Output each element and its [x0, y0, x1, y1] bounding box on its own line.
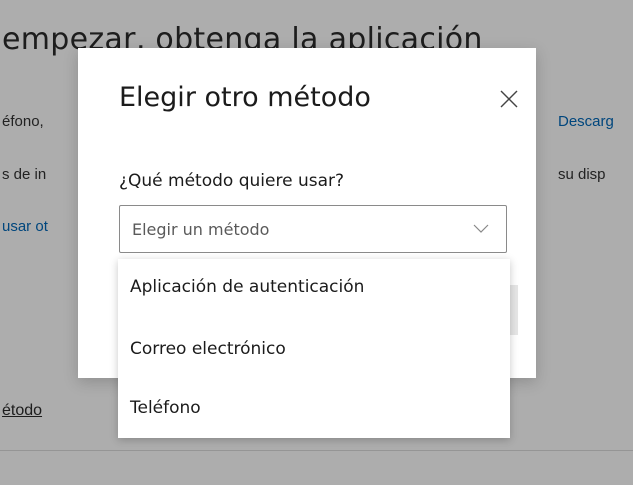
option-phone[interactable]: Teléfono: [118, 380, 510, 438]
option-authenticator-app[interactable]: Aplicación de autenticación: [118, 259, 510, 317]
method-select-value: Elegir un método: [132, 220, 270, 239]
close-icon: [500, 90, 518, 108]
option-label: Correo electrónico: [130, 339, 286, 359]
option-label: Teléfono: [130, 398, 201, 418]
page: empezar, obtenga la aplicación éfono, De…: [0, 0, 633, 485]
dialog-title: Elegir otro método: [119, 82, 371, 113]
method-dropdown-list: Aplicación de autenticación Correo elect…: [118, 259, 510, 438]
chevron-down-icon: [472, 223, 490, 235]
close-button[interactable]: [498, 88, 520, 110]
method-field-label: ¿Qué método quiere usar?: [119, 171, 345, 191]
option-label: Aplicación de autenticación: [130, 277, 365, 297]
option-email[interactable]: Correo electrónico: [118, 321, 510, 379]
method-select[interactable]: Elegir un método: [119, 205, 507, 253]
